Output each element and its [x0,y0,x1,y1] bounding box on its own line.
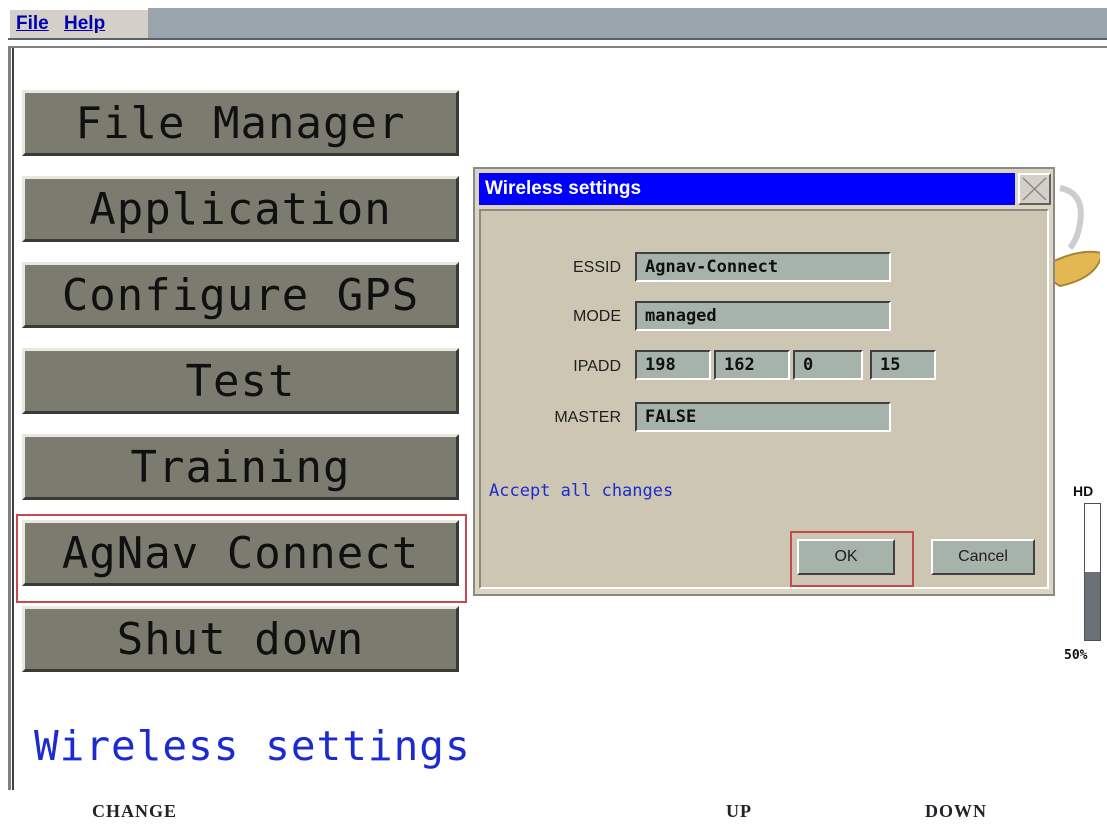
ipadd-label: IPADD [573,358,621,375]
master-field[interactable]: FALSE [635,402,891,432]
cancel-button[interactable]: Cancel [931,539,1035,575]
menu-button-configure-gps[interactable]: Configure GPS [22,262,459,328]
menu-file[interactable]: File [16,13,49,35]
close-icon [1022,177,1047,201]
ip-octet-1-field[interactable]: 198 [635,350,711,380]
hd-gauge-label: HD [1073,483,1094,499]
menu-help[interactable]: Help [64,13,105,35]
menu-file-label: File [16,13,49,34]
hd-gauge-value: 50% [1064,648,1088,663]
menu-button-file-manager[interactable]: File Manager [22,90,459,156]
mode-label: MODE [573,308,621,325]
up-key-label[interactable]: UP [726,801,752,822]
ip-octet-3-field[interactable]: 0 [793,350,863,380]
accept-changes-text: Accept all changes [489,481,674,501]
down-key-label[interactable]: DOWN [925,801,987,822]
status-text: Wireless settings [34,722,471,770]
menu-button-application[interactable]: Application [22,176,459,242]
mode-field[interactable]: managed [635,301,891,331]
selected-item-highlight [16,514,467,603]
function-key-bar: CHANGE UP DOWN [0,790,1107,829]
essid-field[interactable]: Agnav-Connect [635,252,891,282]
dialog-title: Wireless settings [479,173,1015,205]
wireless-settings-dialog: Wireless settings ESSID Agnav-Connect MO… [473,167,1055,596]
change-key-label[interactable]: CHANGE [92,801,177,822]
ok-button-highlight [790,531,914,587]
menu-bar-strip [8,8,1107,40]
dialog-close-button[interactable] [1018,173,1051,205]
menu-help-label: Help [64,13,106,34]
menu-bar: File Help [0,0,1107,44]
menu-button-training[interactable]: Training [22,434,459,500]
menu-button-shut-down[interactable]: Shut down [22,606,459,672]
hd-gauge-fill [1085,572,1100,640]
master-label: MASTER [554,409,621,426]
hd-gauge [1084,503,1101,641]
dialog-body: ESSID Agnav-Connect MODE managed IPADD 1… [479,209,1049,589]
menu-button-test[interactable]: Test [22,348,459,414]
ip-octet-4-field[interactable]: 15 [870,350,936,380]
ip-octet-2-field[interactable]: 162 [714,350,790,380]
essid-label: ESSID [572,259,621,276]
